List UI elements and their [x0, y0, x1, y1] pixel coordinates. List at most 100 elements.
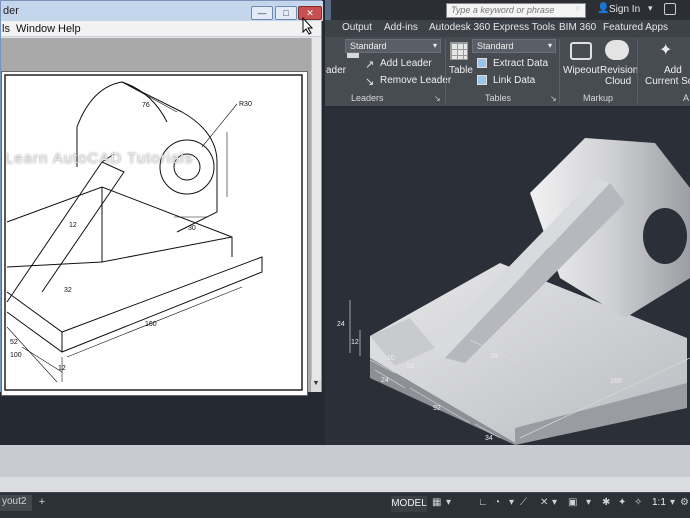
command-line-area[interactable] [0, 445, 690, 477]
chevron-down-icon[interactable]: ▾ [446, 497, 451, 508]
add-leader-button[interactable]: Add Leader [380, 58, 432, 69]
exchange-apps-icon[interactable] [664, 3, 676, 15]
model-dim-34: 34 [485, 435, 493, 442]
search-icon[interactable]: ⌕ [575, 3, 587, 17]
drawing-dim-100: 100 [10, 352, 22, 359]
remove-leader-button[interactable]: Remove Leader [380, 75, 451, 86]
search-input[interactable]: Type a keyword or phrase [446, 3, 586, 18]
viewer-menu-bar: ls Window Help [1, 21, 321, 37]
extract-data-button[interactable]: Extract Data [493, 58, 548, 69]
settings-icon[interactable]: ⚙ [680, 497, 689, 508]
multileader-button[interactable]: ader [326, 65, 346, 76]
link-data-button[interactable]: Link Data [493, 75, 535, 86]
leaders-panel-label[interactable]: Leaders [351, 93, 384, 103]
polar-tracking-icon[interactable]: ◔ [494, 497, 500, 508]
add-leader-icon: ↗ [365, 59, 375, 71]
drawing-dim-30: 30 [188, 225, 196, 232]
chevron-down-icon[interactable]: ▾ [670, 497, 675, 508]
revision-cloud-icon[interactable] [605, 40, 629, 60]
drawing-sheet: R30 76 30 12 32 52 100 160 12 [1, 71, 308, 396]
tab-bim-360[interactable]: BIM 360 [559, 22, 596, 33]
tab-add-ins[interactable]: Add-ins [384, 22, 418, 33]
grid-icon[interactable]: ▦ [432, 497, 441, 508]
tables-panel-label[interactable]: Tables [485, 93, 511, 103]
object-snap-icon[interactable]: ✕ [540, 497, 548, 508]
title-accent [325, 0, 331, 20]
drawing-dim-12b: 12 [58, 365, 66, 372]
model-dim-52: 52 [407, 363, 415, 370]
selection-cycling-icon[interactable]: ✱ [602, 497, 610, 508]
panel-expand-icon[interactable]: ↘ [434, 94, 441, 103]
lineweight-icon[interactable]: ▣ [568, 497, 577, 508]
table-style-select[interactable]: Standard ▾ [472, 39, 556, 53]
link-data-icon [477, 75, 487, 85]
annotation-visibility-icon[interactable]: ✦ [618, 497, 626, 508]
viewer-title: der [3, 5, 19, 17]
panel-expand-icon[interactable]: ↘ [550, 94, 557, 103]
model-dim-24a: 24 [337, 321, 345, 328]
drawing-dim-r30: R30 [239, 101, 252, 108]
revision-cloud-button-line2[interactable]: Cloud [605, 76, 631, 87]
leader-style-value: Standard [350, 41, 387, 51]
revision-cloud-button-line1[interactable]: Revision [600, 65, 638, 76]
maximize-button[interactable]: □ [275, 6, 297, 20]
chevron-down-icon: ▾ [547, 41, 552, 50]
scroll-down-icon[interactable]: ▼ [311, 380, 321, 392]
3d-model-drawing: 24 12 10 52 24 92 34 160 26 [337, 138, 690, 445]
menu-tools[interactable]: ls [2, 23, 10, 35]
drawing-dim-52: 52 [10, 339, 18, 346]
viewer-title-bar[interactable]: der — □ ✕ [1, 1, 323, 21]
mouse-cursor-icon [302, 17, 314, 35]
table-icon[interactable] [450, 42, 468, 60]
viewer-window: der — □ ✕ ls Window Help R30 76 30 12 32… [0, 0, 323, 396]
add-current-scale-line1[interactable]: Add [664, 65, 682, 76]
model-dim-12: 12 [351, 339, 359, 346]
leader-style-select[interactable]: Standard ▾ [345, 39, 441, 53]
sign-in-link[interactable]: Sign In [609, 4, 640, 15]
model-dim-24b: 24 [381, 377, 389, 384]
add-layout-button[interactable]: + [34, 495, 50, 511]
divider [445, 39, 446, 103]
tab-output[interactable]: Output [342, 22, 372, 33]
markup-panel-label[interactable]: Markup [583, 93, 613, 103]
model-viewport[interactable]: 24 12 10 52 24 92 34 160 26 [325, 108, 690, 445]
model-dim-92: 92 [433, 405, 441, 412]
ortho-icon[interactable]: ∟ [478, 497, 488, 508]
chevron-down-icon[interactable]: ▾ [552, 497, 557, 508]
isometric-line-drawing: R30 76 30 12 32 52 100 160 12 [4, 74, 303, 391]
add-current-scale-line2[interactable]: Current Scal [645, 76, 690, 87]
menu-window[interactable]: Window [16, 23, 55, 35]
extract-data-icon [477, 58, 487, 68]
auto-scale-icon[interactable]: ✧ [634, 497, 642, 508]
drawing-dim-12: 12 [69, 222, 77, 229]
chevron-down-icon: ▾ [432, 41, 437, 50]
wipeout-button[interactable]: Wipeout [563, 65, 600, 76]
menu-help[interactable]: Help [58, 23, 81, 35]
model-dim-26: 26 [490, 353, 498, 360]
add-scale-icon[interactable]: ✦ [659, 40, 672, 60]
divider [637, 39, 638, 103]
layout-tab-strip [0, 477, 690, 492]
tab-layout2[interactable]: yout2 [0, 495, 32, 511]
tab-featured-apps[interactable]: Featured Apps [603, 22, 668, 33]
viewer-content: R30 76 30 12 32 52 100 160 12 [1, 38, 321, 396]
model-dim-10: 10 [387, 355, 395, 362]
annotation-scale-value[interactable]: 1:1 [652, 497, 666, 508]
chevron-down-icon[interactable]: ▾ [586, 497, 591, 508]
vertical-scrollbar[interactable] [311, 38, 321, 392]
model-space-button[interactable]: MODEL [391, 496, 427, 512]
tab-express-tools[interactable]: Express Tools [493, 22, 555, 33]
table-button[interactable]: Table [449, 65, 473, 76]
minimize-button[interactable]: — [251, 6, 273, 20]
chevron-down-icon[interactable]: ▾ [648, 3, 653, 14]
chevron-down-icon[interactable]: ▾ [509, 497, 514, 508]
wipeout-icon[interactable] [570, 42, 592, 60]
isodraft-icon[interactable]: ⟋ [520, 497, 527, 508]
user-icon: 👤 [597, 3, 610, 14]
table-style-value: Standard [477, 41, 514, 51]
tab-autodesk-360[interactable]: Autodesk 360 [429, 22, 490, 33]
model-dim-160: 160 [610, 378, 622, 385]
divider [559, 39, 560, 103]
annotation-scaling-panel-label[interactable]: A [683, 93, 689, 103]
drawing-dim-160: 160 [145, 321, 157, 328]
